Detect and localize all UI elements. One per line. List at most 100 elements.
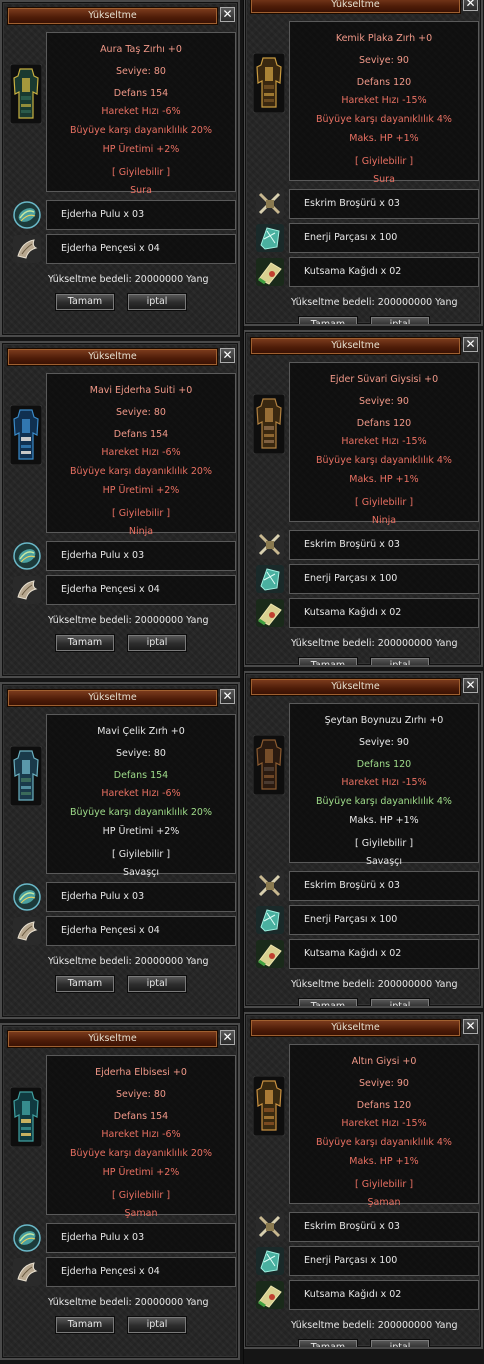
cancel-button[interactable]: iptal <box>371 658 429 665</box>
item-name: Ejderha Elbisesi +0 <box>95 1067 187 1078</box>
dragon-claw-icon[interactable] <box>12 1257 42 1290</box>
ok-button[interactable]: Tamam <box>299 999 357 1006</box>
upgrade-dialog: Yükseltme ✕ Kemik Plaka Zırh +0 Seviye: 90 D… <box>243 0 483 326</box>
energy-fragment-icon[interactable] <box>255 905 285 938</box>
ok-button[interactable]: Tamam <box>56 1317 114 1333</box>
ok-button[interactable]: Tamam <box>299 658 357 665</box>
blessing-scroll-icon[interactable] <box>255 257 285 290</box>
cancel-button[interactable]: iptal <box>371 999 429 1006</box>
cancel-button[interactable]: iptal <box>371 317 429 324</box>
item-stat: Seviye: 90 <box>359 737 409 748</box>
close-icon[interactable]: ✕ <box>220 689 235 704</box>
dragon-claw-icon[interactable] <box>12 916 42 949</box>
wearable-label: [ Giyilebilir ] <box>354 156 414 167</box>
cancel-button[interactable]: iptal <box>128 294 186 310</box>
dialog-title[interactable]: Yükseltme <box>8 1031 217 1047</box>
dialog-title[interactable]: Yükseltme <box>251 679 460 695</box>
material-row: Eskrim Broşürü x 03 <box>289 530 479 560</box>
dragon-claw-icon[interactable] <box>12 234 42 267</box>
close-icon[interactable]: ✕ <box>220 348 235 363</box>
material-label: Enerji Parçası x 100 <box>304 1255 398 1266</box>
armor-aura-tas-icon[interactable] <box>9 63 43 127</box>
ok-button[interactable]: Tamam <box>56 294 114 310</box>
item-stat: Seviye: 80 <box>116 748 166 759</box>
cancel-button[interactable]: iptal <box>128 635 186 651</box>
blessing-scroll-icon[interactable] <box>255 598 285 631</box>
item-stat: Maks. HP +1% <box>349 815 419 826</box>
item-stat: Defans 154 <box>113 1111 169 1122</box>
fencing-brochure-icon[interactable] <box>255 530 285 563</box>
item-tooltip: Aura Taş Zırhı +0 Seviye: 80 Defans 154 Har… <box>46 32 236 196</box>
material-label: Ejderha Pulu x 03 <box>61 891 145 902</box>
blessing-scroll-icon[interactable] <box>255 939 285 972</box>
close-icon[interactable]: ✕ <box>463 678 478 693</box>
dragon-scale-icon[interactable] <box>12 882 42 915</box>
close-icon[interactable]: ✕ <box>463 0 478 11</box>
cancel-button[interactable]: iptal <box>128 976 186 992</box>
close-icon[interactable]: ✕ <box>220 7 235 22</box>
item-name: Şeytan Boynuzu Zırhı +0 <box>324 715 444 726</box>
dragon-scale-icon[interactable] <box>12 200 42 233</box>
ok-button[interactable]: Tamam <box>56 976 114 992</box>
upgrade-cost: Yükseltme bedeli: 200000000 Yang <box>291 1320 458 1331</box>
dialog-title[interactable]: Yükseltme <box>251 1020 460 1036</box>
armor-ejderha-elbisesi-icon[interactable] <box>9 1086 43 1150</box>
dragon-claw-icon[interactable] <box>12 575 42 608</box>
dialog-title[interactable]: Yükseltme <box>8 349 217 365</box>
item-stat: Defans 120 <box>356 418 412 429</box>
material-row: Kutsama Kağıdı x 02 <box>289 939 479 969</box>
dialog-title[interactable]: Yükseltme <box>8 8 217 24</box>
material-row: Kutsama Kağıdı x 02 <box>289 1280 479 1310</box>
dialog-title[interactable]: Yükseltme <box>251 338 460 354</box>
item-stat: Hareket Hızı -6% <box>101 447 181 458</box>
material-row: Ejderha Pençesi x 04 <box>46 575 236 605</box>
item-stat: Büyüye karşı dayanıklılık 20% <box>70 1148 212 1159</box>
ok-button[interactable]: Tamam <box>56 635 114 651</box>
blessing-scroll-icon[interactable] <box>255 1280 285 1313</box>
armor-kemik-plaka-icon[interactable] <box>252 52 286 116</box>
material-row: Kutsama Kağıdı x 02 <box>289 598 479 628</box>
upgrade-cost: Yükseltme bedeli: 20000000 Yang <box>48 274 209 285</box>
close-icon[interactable]: ✕ <box>220 1030 235 1045</box>
fencing-brochure-icon[interactable] <box>255 1212 285 1245</box>
armor-seytan-boynuzu-icon[interactable] <box>252 734 286 798</box>
item-stat: Seviye: 90 <box>359 396 409 407</box>
armor-altin-giysi-icon[interactable] <box>252 1075 286 1139</box>
item-tooltip: Mavi Çelik Zırh +0 Seviye: 80 Defans 154 Ha… <box>46 714 236 878</box>
material-label: Enerji Parçası x 100 <box>304 573 398 584</box>
item-stat: Defans 120 <box>356 77 412 88</box>
energy-fragment-icon[interactable] <box>255 564 285 597</box>
upgrade-dialog: Yükseltme ✕ Altın Giysi +0 Seviye: 90 Defans… <box>243 1012 483 1349</box>
upgrade-cost: Yükseltme bedeli: 200000000 Yang <box>291 297 458 308</box>
fencing-brochure-icon[interactable] <box>255 871 285 904</box>
ok-button[interactable]: Tamam <box>299 317 357 324</box>
close-icon[interactable]: ✕ <box>463 1019 478 1034</box>
dragon-scale-icon[interactable] <box>12 541 42 574</box>
armor-mavi-ejderha-icon[interactable] <box>9 404 43 468</box>
armor-mavi-celik-icon[interactable] <box>9 745 43 809</box>
item-tooltip: Kemik Plaka Zırh +0 Seviye: 90 Defans 120 H… <box>289 21 479 185</box>
upgrade-dialog: Yükseltme ✕ Mavi Ejderha Suiti +0 Seviye: 8… <box>0 341 240 678</box>
close-icon[interactable]: ✕ <box>463 337 478 352</box>
item-stat: Seviye: 80 <box>116 1089 166 1100</box>
dialog-title[interactable]: Yükseltme <box>8 690 217 706</box>
upgrade-cost: Yükseltme bedeli: 20000000 Yang <box>48 1297 209 1308</box>
energy-fragment-icon[interactable] <box>255 223 285 256</box>
item-stat: Defans 154 <box>113 429 169 440</box>
cancel-button[interactable]: iptal <box>128 1317 186 1333</box>
armor-ejder-suvari-icon[interactable] <box>252 393 286 457</box>
material-label: Ejderha Pençesi x 04 <box>61 584 160 595</box>
dragon-scale-icon[interactable] <box>12 1223 42 1256</box>
class-label: Şaman <box>367 1197 401 1208</box>
cancel-button[interactable]: iptal <box>371 1340 429 1347</box>
material-row: Ejderha Pulu x 03 <box>46 882 236 912</box>
ok-button[interactable]: Tamam <box>299 1340 357 1347</box>
item-stat: Büyüye karşı dayanıklılık 4% <box>316 1137 452 1148</box>
energy-fragment-icon[interactable] <box>255 1246 285 1279</box>
material-row: Eskrim Broşürü x 03 <box>289 871 479 901</box>
dialog-title[interactable]: Yükseltme <box>251 0 460 13</box>
item-name: Altın Giysi +0 <box>351 1056 417 1067</box>
fencing-brochure-icon[interactable] <box>255 189 285 222</box>
material-label: Kutsama Kağıdı x 02 <box>304 607 402 618</box>
item-name: Mavi Çelik Zırh +0 <box>97 726 185 737</box>
